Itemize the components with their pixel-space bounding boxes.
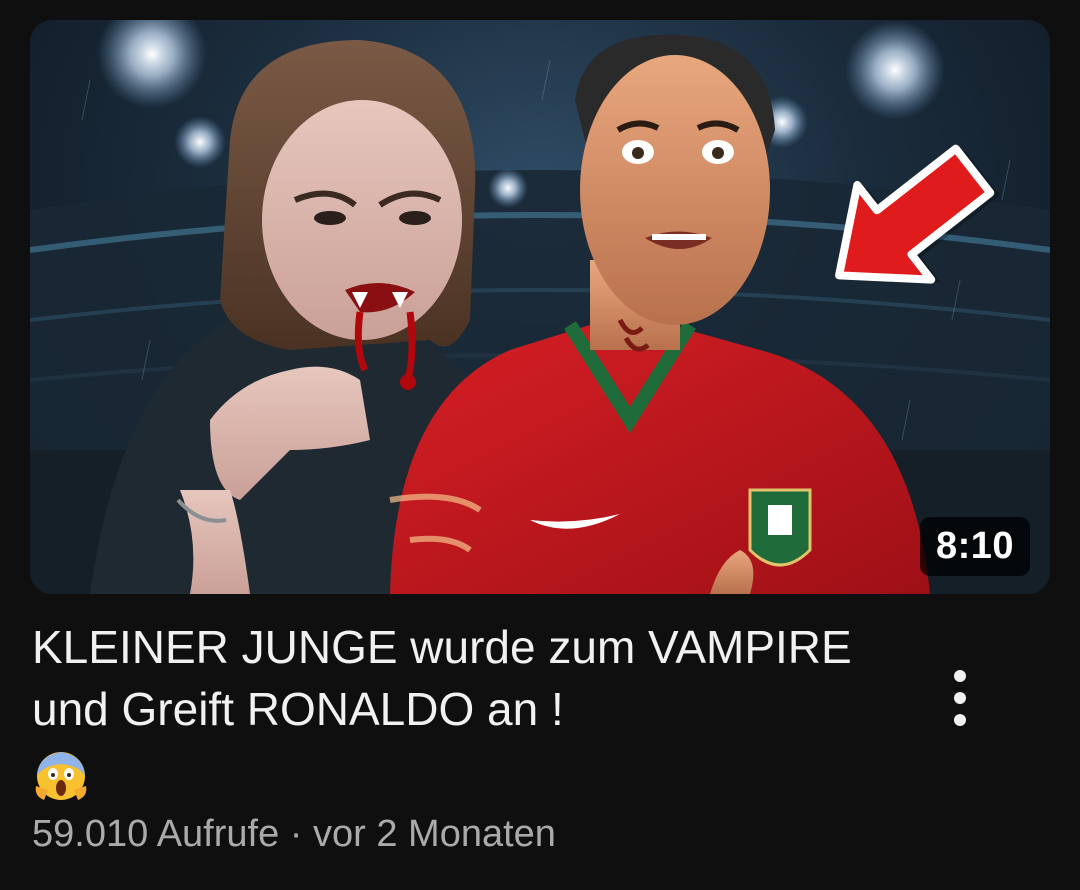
more-actions-button[interactable] [936, 664, 984, 736]
video-card[interactable]: 8:10 KLEINER JUNGE wurde zum VAMPIRE und… [0, 0, 1080, 890]
crest [748, 488, 812, 567]
upload-age: vor 2 Monaten [313, 813, 556, 855]
video-metadata: 59.010 Aufrufe · vor 2 Monaten [32, 808, 556, 860]
video-title-text: KLEINER JUNGE wurde zum VAMPIRE und Grei… [32, 621, 852, 735]
video-duration-badge: 8:10 [919, 517, 1030, 576]
thumbnail-artwork [30, 20, 1050, 594]
meta-separator: · [289, 813, 303, 855]
stadium-lights [97, 20, 945, 208]
video-thumbnail[interactable]: 8:10 [30, 20, 1050, 594]
view-count: 59.010 Aufrufe [32, 813, 280, 855]
vertical-ellipsis-icon [954, 670, 966, 726]
screaming-face-emoji-icon [32, 746, 90, 804]
video-title[interactable]: KLEINER JUNGE wurde zum VAMPIRE und Grei… [32, 616, 892, 804]
